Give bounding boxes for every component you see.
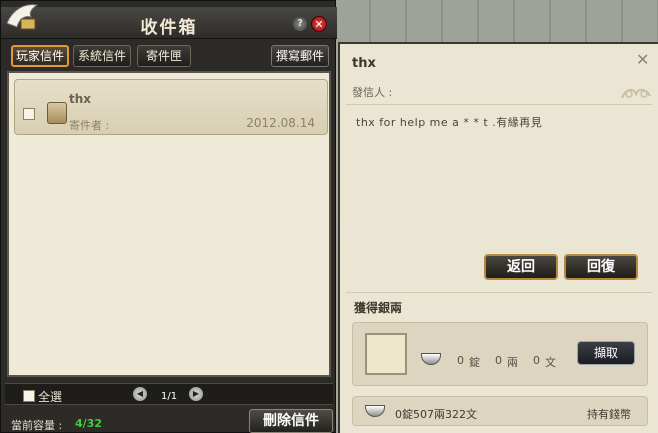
tab-player-mail[interactable]: 玩家信件 (11, 45, 69, 67)
detail-title: thx (352, 56, 376, 71)
liang-value: 0 (495, 354, 502, 367)
take-money-button[interactable]: 擷取 (577, 341, 635, 365)
reward-title: 獲得銀兩 (354, 301, 403, 315)
mail-list: thx 寄件者 : 2012.08.14 (7, 71, 331, 377)
letter-scroll-icon (47, 102, 67, 124)
delete-mail-button[interactable]: 刪除信件 (249, 409, 333, 433)
mail-item-title: thx (69, 92, 92, 106)
tab-outbox[interactable]: 寄件匣 (137, 45, 191, 67)
mail-list-item[interactable]: thx 寄件者 : 2012.08.14 (14, 79, 328, 135)
next-page-icon[interactable]: ▶ (189, 387, 203, 401)
help-icon[interactable]: ? (293, 17, 307, 31)
item-slot[interactable] (365, 333, 407, 375)
silver-ingot-icon (365, 405, 385, 417)
detail-close-icon[interactable]: ✕ (636, 50, 649, 69)
wen-unit: 文 (545, 356, 556, 369)
select-all-checkbox[interactable] (23, 390, 35, 402)
tab-system-mail[interactable]: 系統信件 (73, 45, 131, 67)
detail-sender-label: 發信人 : (352, 86, 393, 99)
page-indicator: 1/1 (161, 391, 178, 402)
select-all-label: 全選 (38, 390, 63, 404)
mail-item-checkbox[interactable] (23, 108, 35, 120)
ding-unit: 錠 (469, 356, 480, 369)
held-currency-row: 0錠507兩322文 持有錢幣 (352, 396, 648, 426)
ding-value: 0 (457, 354, 464, 367)
background-scenery (335, 0, 658, 42)
divider (346, 104, 652, 105)
compose-mail-button[interactable]: 撰寫郵件 (271, 45, 329, 67)
reward-box: 0 錠 0 兩 0 文 擷取 (352, 322, 648, 386)
mail-item-date: 2012.08.14 (246, 116, 315, 130)
liang-unit: 兩 (507, 356, 518, 369)
mail-body-text: thx for help me a * * t .有緣再見 (356, 116, 543, 129)
dove-icon (6, 4, 39, 30)
held-currency-value: 0錠507兩322文 (395, 408, 477, 421)
divider (346, 292, 652, 293)
mail-detail-panel: thx ✕ 發信人 : thx for help me a * * t .有緣再… (338, 42, 658, 433)
window-title: 收件箱 (140, 18, 198, 38)
prev-page-icon[interactable]: ◀ (133, 387, 147, 401)
back-button[interactable]: 返回 (484, 254, 558, 280)
mail-item-sender-label: 寄件者 : (69, 119, 110, 132)
close-icon[interactable]: ✕ (311, 16, 327, 32)
capacity-label: 當前容量 : (11, 419, 63, 432)
cloud-ornament-icon (621, 88, 651, 99)
held-currency-label: 持有錢幣 (587, 408, 631, 421)
capacity-value: 4/32 (75, 417, 102, 430)
mailbox-window: 收件箱 ? ✕ 玩家信件 系統信件 寄件匣 撰寫郵件 thx 寄件者 : 201… (0, 0, 337, 433)
title-bar[interactable]: 收件箱 (1, 7, 337, 39)
silver-ingot-icon (421, 353, 441, 365)
wen-value: 0 (533, 354, 540, 367)
reply-button[interactable]: 回復 (564, 254, 638, 280)
